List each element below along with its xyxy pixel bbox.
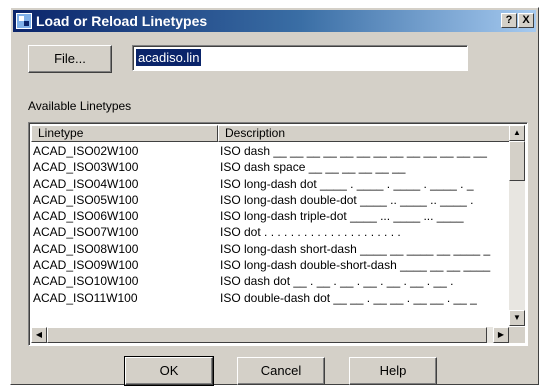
linetype-cell: ACAD_ISO11W100 [33, 290, 138, 305]
scroll-left-icon: ◀ [35, 330, 43, 339]
description-cell: ISO dash dot __ . __ . __ . __ . __ . __… [220, 274, 454, 289]
scroll-down-icon: ▼ [513, 313, 521, 322]
description-cell: ISO dot . . . . . . . . . . . . . . . . … [220, 225, 401, 240]
ok-button-label: OK [159, 363, 179, 378]
app-icon [16, 13, 32, 29]
scroll-right-button[interactable]: ▶ [493, 327, 509, 343]
horizontal-scroll-thumb[interactable] [47, 327, 487, 343]
close-button[interactable]: X [518, 13, 534, 28]
file-button-label: File... [54, 51, 86, 66]
table-row[interactable]: ACAD_ISO06W100 ISO long-dash triple-dot _… [31, 208, 510, 224]
description-cell: ISO long-dash double-short-dash ____ __ … [220, 258, 491, 273]
description-cell: ISO long-dash dot ____ . ____ . ____ . _… [220, 176, 474, 191]
window-title: Load or Reload Linetypes [36, 13, 208, 29]
column-header-description[interactable]: Description [218, 125, 510, 142]
table-rows: ACAD_ISO02W100 ISO dash __ __ __ __ __ __… [31, 143, 510, 306]
help-button-label: Help [379, 363, 407, 378]
description-cell: ISO dash space __ __ __ __ __ __ [220, 160, 406, 175]
linetype-cell: ACAD_ISO05W100 [33, 192, 139, 207]
vertical-scrollbar[interactable]: ▲ ▼ [509, 125, 525, 326]
available-linetypes-label: Available Linetypes [28, 99, 132, 113]
linetype-cell: ACAD_ISO10W100 [33, 274, 139, 289]
title-bar[interactable]: Load or Reload Linetypes ? X [13, 10, 536, 32]
table-row[interactable]: ACAD_ISO05W100 ISO long-dash double-dot _… [31, 192, 510, 208]
cancel-button-label: Cancel [260, 363, 302, 378]
linetype-cell: ACAD_ISO08W100 [33, 241, 139, 256]
file-path-value: acadiso.lin [136, 49, 202, 66]
help-button[interactable]: Help [349, 357, 437, 385]
table-row[interactable]: ACAD_ISO03W100 ISO dash space __ __ __ __… [31, 159, 510, 175]
linetype-cell: ACAD_ISO02W100 [33, 144, 139, 158]
linetype-cell: ACAD_ISO04W100 [33, 176, 139, 191]
linetype-cell: ACAD_ISO07W100 [33, 225, 139, 240]
description-cell: ISO long-dash short-dash ____ __ ____ __… [220, 241, 491, 256]
column-header-linetype[interactable]: Linetype [31, 125, 218, 142]
vertical-scroll-thumb[interactable] [509, 141, 525, 181]
load-linetypes-dialog: Load or Reload Linetypes ? X File... aca… [10, 7, 539, 386]
file-button[interactable]: File... [28, 45, 112, 73]
table-row[interactable]: ACAD_ISO10W100 ISO dash dot __ . __ . __ … [31, 273, 510, 289]
linetypes-list[interactable]: Linetype Description ACAD_ISO02W100 ISO d… [28, 122, 528, 346]
scroll-down-button[interactable]: ▼ [509, 310, 525, 326]
file-path-field[interactable]: acadiso.lin [132, 45, 468, 71]
scroll-up-button[interactable]: ▲ [509, 125, 525, 141]
description-cell: ISO long-dash triple-dot ____ ... ____ .… [220, 209, 464, 224]
linetype-cell: ACAD_ISO03W100 [33, 160, 139, 175]
scroll-up-icon: ▲ [513, 128, 521, 137]
table-row[interactable]: ACAD_ISO04W100 ISO long-dash dot ____ . _… [31, 176, 510, 192]
scroll-right-icon: ▶ [497, 330, 505, 339]
table-row[interactable]: ACAD_ISO07W100 ISO dot . . . . . . . . . … [31, 224, 510, 240]
table-row[interactable]: ACAD_ISO02W100 ISO dash __ __ __ __ __ __… [31, 143, 510, 159]
scroll-corner [509, 327, 525, 343]
horizontal-scrollbar[interactable]: ◀ ▶ [31, 327, 509, 343]
description-cell: ISO dash __ __ __ __ __ __ __ __ __ __ _… [220, 144, 487, 158]
scroll-left-button[interactable]: ◀ [31, 327, 47, 343]
table-row[interactable]: ACAD_ISO11W100 ISO double-dash dot __ __ … [31, 290, 510, 306]
help-titlebar-button[interactable]: ? [501, 13, 517, 28]
linetype-cell: ACAD_ISO06W100 [33, 209, 139, 224]
cancel-button[interactable]: Cancel [237, 357, 325, 385]
table-row[interactable]: ACAD_ISO08W100 ISO long-dash short-dash _… [31, 241, 510, 257]
linetype-cell: ACAD_ISO09W100 [33, 258, 139, 273]
description-cell: ISO long-dash double-dot ____ .. ____ ..… [220, 192, 474, 207]
description-cell: ISO double-dash dot __ __ . __ __ . __ _… [220, 290, 477, 305]
ok-button[interactable]: OK [124, 356, 214, 386]
table-row[interactable]: ACAD_ISO09W100 ISO long-dash double-short… [31, 257, 510, 273]
